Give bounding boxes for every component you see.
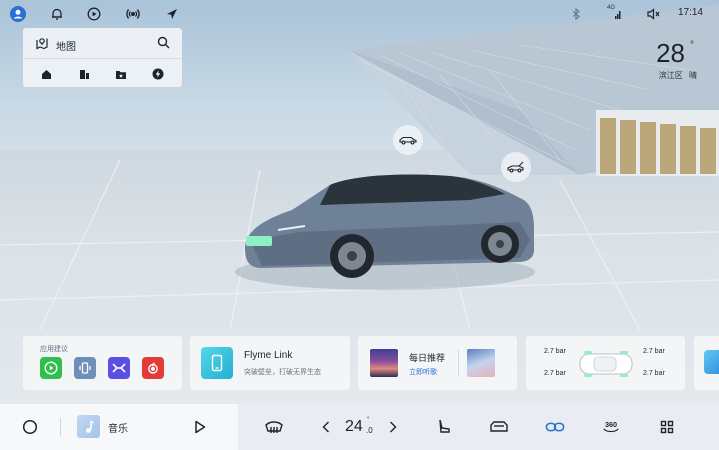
- app-suggestions-card: 应用建议: [23, 336, 182, 390]
- map-title: 地图: [56, 42, 76, 53]
- defrost-icon[interactable]: [264, 417, 284, 437]
- signal-icon: [606, 6, 622, 22]
- home-circle-icon[interactable]: [20, 417, 40, 437]
- flyme-link-card[interactable]: Flyme Link 突破壁垒，打破无界生态: [190, 336, 350, 390]
- map-pin-icon: [35, 36, 49, 55]
- climate-temperature-decimal: .0: [366, 426, 373, 435]
- dock-divider: [60, 418, 61, 436]
- bluetooth-icon: [568, 6, 584, 22]
- status-bar: 4G 17:14: [0, 0, 719, 28]
- apps-grid-icon[interactable]: [657, 417, 677, 437]
- netease-music-app-icon[interactable]: [142, 357, 164, 379]
- weather-location: 滨江区 晴: [659, 70, 697, 81]
- car-topview-icon: [579, 351, 633, 377]
- link-app-icon[interactable]: [108, 357, 130, 379]
- tire-front-left: 2.7 bar: [544, 348, 566, 355]
- video-play-app-icon[interactable]: [40, 357, 62, 379]
- music-label[interactable]: 音乐: [108, 420, 128, 435]
- broadcast-icon[interactable]: [125, 6, 141, 22]
- climate-temperature-degree: °: [367, 417, 370, 423]
- charging-icon[interactable]: [151, 67, 165, 81]
- weather-temperature: 28: [656, 38, 685, 68]
- search-icon[interactable]: [157, 36, 170, 54]
- weather-district: 滨江区: [658, 71, 683, 80]
- flyme-phone-icon: [201, 347, 233, 379]
- car-body-icon[interactable]: [393, 125, 423, 155]
- phone-app-icon[interactable]: [74, 357, 96, 379]
- bottom-dock: 音乐 24 ° .0 360: [0, 404, 719, 450]
- home-icon[interactable]: [39, 67, 53, 81]
- bell-icon[interactable]: [49, 6, 65, 22]
- office-icon[interactable]: [77, 67, 91, 81]
- tire-pressure-card[interactable]: 2.7 bar 2.7 bar 2.7 bar 2.7 bar: [526, 336, 685, 390]
- album-art: [370, 349, 398, 377]
- navigation-arrow-icon[interactable]: [164, 6, 180, 22]
- media-section: 音乐: [0, 404, 238, 450]
- favorite-folder-icon[interactable]: [114, 67, 128, 81]
- map-widget[interactable]: 地图: [23, 28, 182, 87]
- listen-now-link[interactable]: 立即听歌: [409, 367, 437, 377]
- trunk-icon[interactable]: [501, 152, 531, 182]
- album-thumbnail[interactable]: [467, 349, 495, 377]
- seat-icon[interactable]: [434, 417, 454, 437]
- tire-rear-right: 2.7 bar: [643, 370, 665, 377]
- app-suggestions-label: 应用建议: [40, 346, 68, 353]
- daily-recommend-card[interactable]: 每日推荐 立即听歌: [358, 336, 517, 390]
- link-icon[interactable]: [545, 417, 565, 437]
- divider: [458, 350, 459, 376]
- app-tile-icon: [704, 350, 719, 374]
- profile-icon[interactable]: [10, 6, 26, 22]
- map-search-row[interactable]: 地图: [23, 28, 182, 59]
- climate-temperature: 24: [345, 418, 363, 435]
- weather-condition: 晴: [689, 71, 697, 80]
- chevron-right-icon[interactable]: [383, 417, 403, 437]
- recommend-title: 每日推荐: [409, 353, 446, 363]
- car-control-icon[interactable]: [489, 417, 509, 437]
- tire-front-right: 2.7 bar: [643, 348, 665, 355]
- play-icon[interactable]: [190, 417, 210, 437]
- camera-360-icon[interactable]: 360: [601, 417, 621, 437]
- weather-temperature-unit: °: [690, 40, 694, 51]
- tire-rear-left: 2.7 bar: [544, 370, 566, 377]
- volume-icon[interactable]: [645, 6, 661, 22]
- next-card-peek[interactable]: [694, 336, 719, 390]
- svg-text:360: 360: [605, 420, 617, 429]
- chevron-left-icon[interactable]: [316, 417, 336, 437]
- flyme-title: Flyme Link: [244, 350, 293, 361]
- play-circle-icon[interactable]: [86, 6, 102, 22]
- clock: 17:14: [677, 7, 703, 18]
- flyme-subtitle: 突破壁垒，打破无界生态: [244, 369, 321, 376]
- music-note-icon[interactable]: [77, 415, 100, 438]
